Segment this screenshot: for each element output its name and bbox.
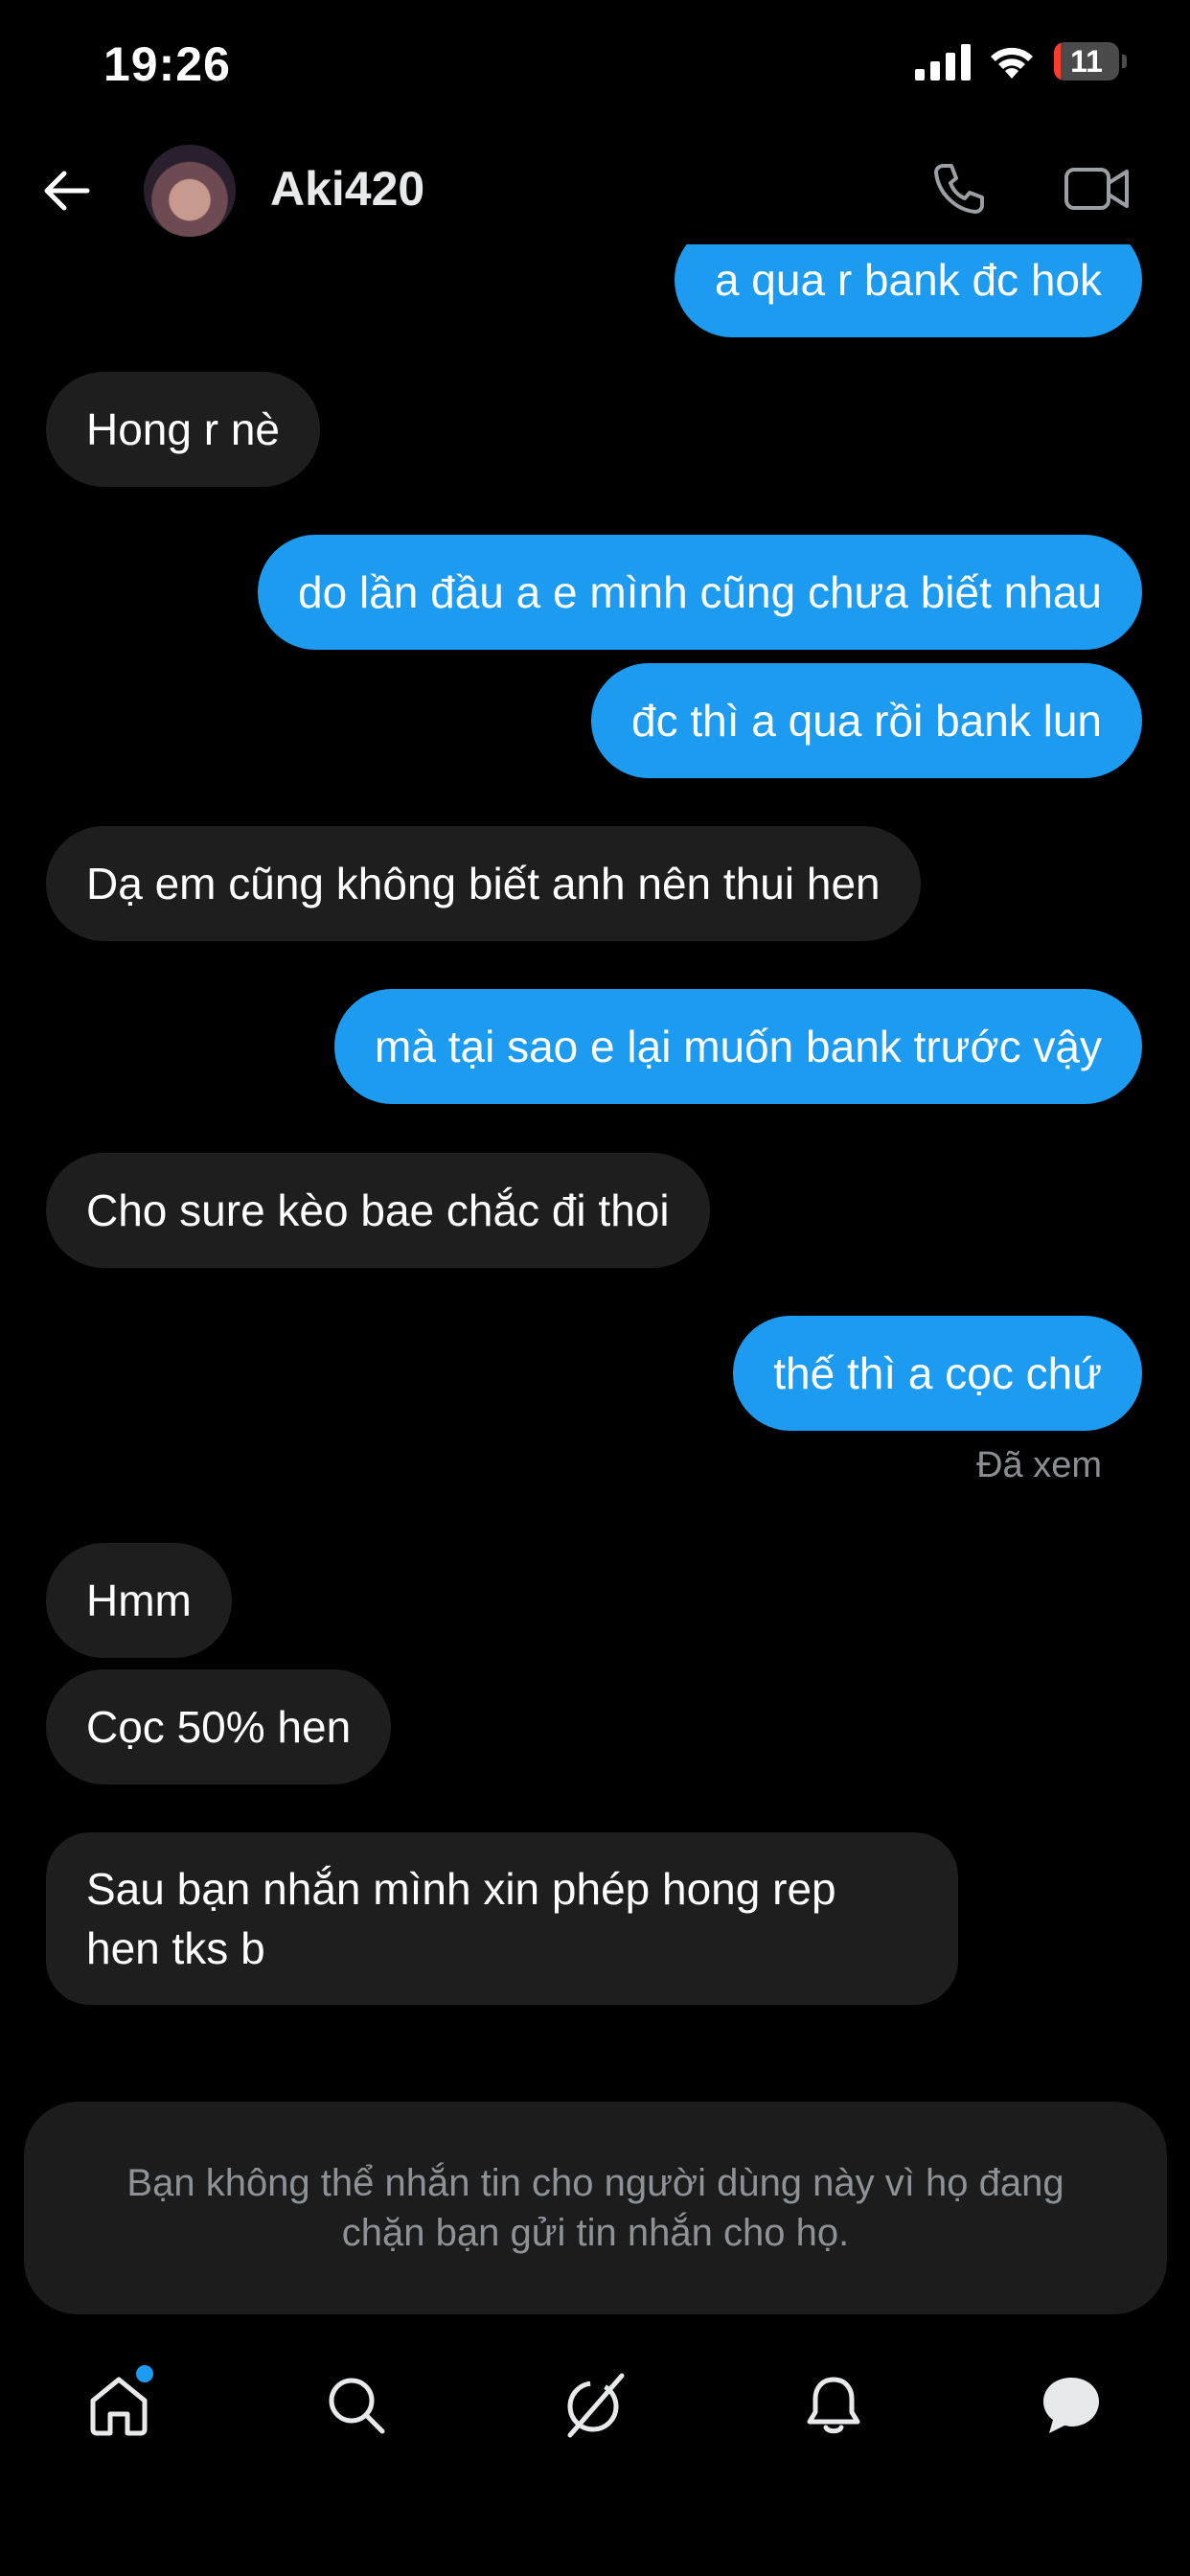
message-received[interactable]: Cho sure kèo bae chắc đi thoi [46,1153,710,1268]
search-icon [329,2378,385,2434]
back-button[interactable] [36,161,96,220]
cellular-signal-icon [915,44,971,80]
blocked-notice-text: Bạn không thể nhắn tin cho người dùng nà… [126,2162,1064,2254]
wifi-icon [991,47,1033,79]
video-camera-icon [1064,168,1129,210]
messages-icon [1043,2378,1099,2433]
nav-messages-button[interactable] [1031,2365,1111,2446]
conversation-username[interactable]: Aki420 [270,161,424,217]
phone-icon [934,164,984,214]
nav-search-button[interactable] [316,2365,397,2446]
nav-grok-button[interactable] [554,2365,634,2446]
message-received[interactable]: Cọc 50% hen [46,1669,392,1784]
home-notification-dot [136,2365,153,2382]
message-sent[interactable]: a qua r bank đc hok [674,244,1142,337]
seen-status: Đã xem [976,1445,1102,1485]
bottom-navigation [0,2338,1190,2472]
grok-icon [567,2373,625,2438]
message-sent[interactable]: thế thì a cọc chứ [733,1316,1142,1431]
message-received[interactable]: Hong r nè [46,372,321,487]
blocked-notice: Bạn không thể nhắn tin cho người dùng nà… [24,2102,1167,2314]
message-received[interactable]: Hmm [46,1543,232,1658]
status-time: 19:26 [103,37,231,91]
arrow-left-icon [44,171,90,211]
message-list[interactable]: a qua r bank đc hok Hong r nè do lần đầu… [0,244,1190,2094]
avatar[interactable] [144,145,236,237]
battery-indicator: 11 [1054,42,1127,80]
conversation-header: Aki420 [0,134,1190,244]
message-sent[interactable]: đc thì a qua rồi bank lun [591,663,1142,778]
message-received[interactable]: Dạ em cũng không biết anh nên thui hen [46,826,921,941]
message-sent[interactable]: mà tại sao e lại muốn bank trước vậy [334,989,1142,1104]
home-indicator [393,2538,797,2551]
battery-percent: 11 [1070,44,1103,79]
message-sent[interactable]: do lần đầu a e mình cũng chưa biết nhau [258,535,1142,650]
message-received[interactable]: Sau bạn nhắn mình xin phép hong rep hen … [46,1832,958,2005]
voice-call-button[interactable] [927,157,991,220]
dm-conversation-screen: 19:26 11 Aki420 a qua r bank đc hok Hong… [0,0,1190,2576]
video-call-button[interactable] [1062,157,1133,220]
status-bar: 19:26 11 [0,0,1190,134]
nav-notifications-button[interactable] [793,2365,874,2446]
bell-icon [807,2377,860,2434]
